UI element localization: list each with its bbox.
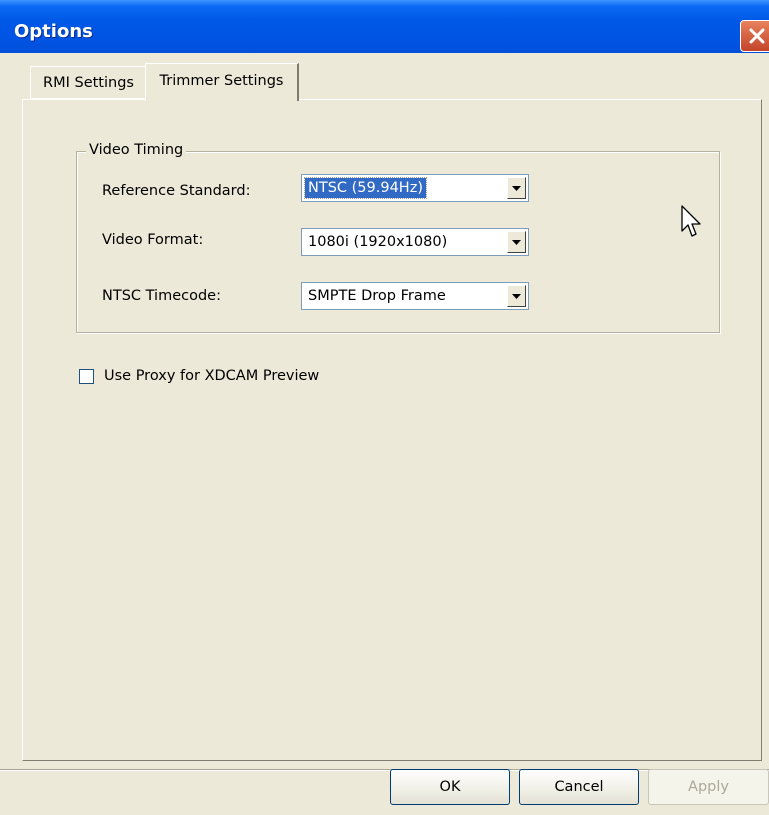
chevron-down-icon [512, 185, 521, 191]
apply-button[interactable]: Apply [648, 769, 769, 805]
window-title: Options [14, 21, 93, 42]
group-title: Video Timing [86, 142, 187, 158]
dropdown-value: SMPTE Drop Frame [308, 288, 446, 304]
video-format-dropdown[interactable]: 1080i (1920x1080) [301, 228, 529, 256]
ntsc-timecode-dropdown[interactable]: SMPTE Drop Frame [301, 282, 529, 310]
cancel-button[interactable]: Cancel [519, 769, 639, 805]
ntsc-timecode-label: NTSC Timecode: [102, 288, 221, 304]
dropdown-value: NTSC (59.94Hz) [304, 177, 427, 199]
close-button[interactable] [740, 20, 769, 52]
tab-label: RMI Settings [43, 74, 134, 91]
cancel-button-label: Cancel [554, 779, 604, 795]
dropdown-arrow-button[interactable] [507, 285, 526, 307]
reference-standard-label: Reference Standard: [102, 183, 251, 199]
reference-standard-dropdown[interactable]: NTSC (59.94Hz) [301, 174, 529, 202]
close-icon [749, 28, 765, 44]
tab-rmi-settings[interactable]: RMI Settings [30, 66, 146, 99]
title-bar[interactable]: Options [0, 0, 769, 53]
use-proxy-label[interactable]: Use Proxy for XDCAM Preview [104, 368, 319, 384]
dropdown-arrow-button[interactable] [507, 177, 526, 199]
dropdown-arrow-button[interactable] [507, 231, 526, 253]
dropdown-value: 1080i (1920x1080) [308, 234, 448, 250]
use-proxy-checkbox[interactable] [79, 369, 94, 384]
tab-trimmer-settings[interactable]: Trimmer Settings [145, 63, 299, 101]
tab-strip: RMI Settings Trimmer Settings [0, 53, 769, 101]
ok-button-label: OK [439, 779, 461, 795]
apply-button-label: Apply [688, 779, 729, 795]
ok-button[interactable]: OK [390, 769, 510, 805]
video-format-label: Video Format: [102, 232, 204, 248]
chevron-down-icon [512, 239, 521, 245]
tab-label: Trimmer Settings [159, 72, 284, 89]
chevron-down-icon [512, 293, 521, 299]
mouse-pointer-icon [681, 205, 701, 237]
